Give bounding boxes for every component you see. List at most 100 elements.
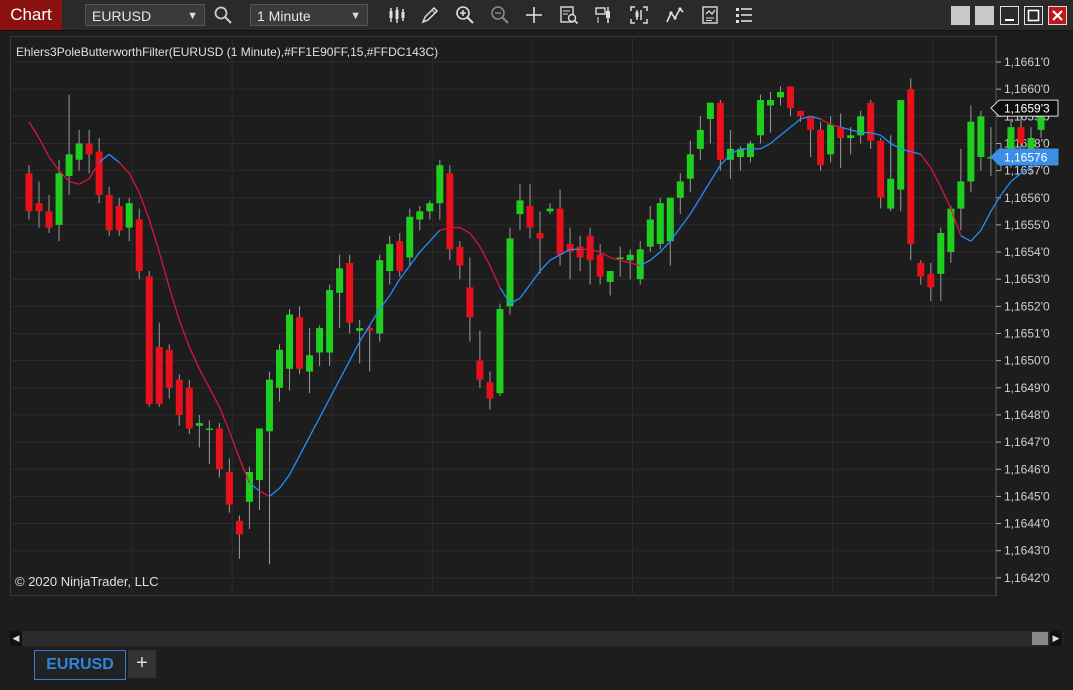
y-tick-label: 1,1646'0 — [1004, 462, 1050, 476]
y-tick-label: 1,1642'0 — [1004, 571, 1050, 585]
candle-up — [897, 100, 905, 190]
y-tick-label: 1,1651'0 — [1004, 327, 1050, 341]
candle-down — [35, 203, 43, 212]
candle-down — [556, 208, 564, 255]
candle-up — [827, 124, 835, 155]
y-tick-label: 1,1647'0 — [1004, 435, 1050, 449]
candle-down — [716, 102, 724, 160]
candle-up — [656, 203, 664, 244]
candle-down — [85, 143, 93, 155]
last-price-label: 1,1659'3 — [1004, 102, 1050, 116]
tab-strip — [0, 648, 1073, 690]
y-tick-label: 1,1649'0 — [1004, 381, 1050, 395]
zoom-in-icon[interactable] — [454, 4, 476, 26]
candle-up — [306, 355, 314, 372]
candle-up — [436, 165, 444, 204]
candle-up — [386, 243, 394, 272]
candle-down — [807, 116, 815, 130]
candle-up — [326, 290, 334, 353]
candle-down — [797, 110, 805, 117]
copyright-label: © 2020 NinjaTrader, LLC — [15, 574, 159, 589]
candle-down — [586, 235, 594, 261]
interval-value: 1 Minute — [257, 8, 311, 24]
y-tick-label: 1,1648'0 — [1004, 408, 1050, 422]
chevron-down-icon: ▼ — [187, 10, 198, 22]
scroll-thumb[interactable] — [1032, 632, 1048, 645]
candle-up — [847, 135, 855, 139]
candle-up — [696, 129, 704, 149]
scroll-right-icon[interactable]: ▶ — [1050, 631, 1062, 646]
candle-down — [296, 317, 304, 369]
scroll-left-icon[interactable]: ◀ — [10, 631, 22, 646]
candle-up — [255, 428, 263, 481]
candle-up — [316, 328, 324, 353]
close-icon[interactable] — [1048, 6, 1067, 25]
interval-selector[interactable]: 1 Minute ▼ — [250, 4, 368, 26]
link-button-icon[interactable] — [951, 6, 970, 25]
candle-down — [526, 205, 534, 228]
candle-down — [396, 241, 404, 272]
candle-down — [817, 129, 825, 166]
indicator-label: Ehlers3PoleButterworthFilter(EURUSD (1 M… — [16, 45, 438, 59]
candle-down — [215, 428, 223, 470]
price-chart[interactable]: 1,1661'01,1660'01,1659'01,1658'01,1657'0… — [9, 35, 1073, 619]
chart-panel[interactable]: 1,1661'01,1660'01,1659'01,1658'01,1657'0… — [9, 35, 1073, 619]
drawing-tool-icon[interactable] — [419, 4, 441, 26]
candle-down — [877, 140, 885, 198]
crosshair-icon[interactable] — [523, 4, 545, 26]
candle-down — [346, 262, 354, 323]
candle-up — [426, 203, 434, 212]
bar-style-icon[interactable] — [386, 4, 408, 26]
y-tick-label: 1,1645'0 — [1004, 489, 1050, 503]
candle-down — [105, 195, 113, 231]
candle-up — [356, 328, 364, 331]
properties-icon[interactable] — [628, 4, 650, 26]
y-tick-label: 1,1650'0 — [1004, 354, 1050, 368]
candle-down — [576, 246, 584, 258]
candle-up — [286, 314, 294, 369]
candle-up — [706, 102, 714, 120]
candle-up — [746, 143, 754, 158]
templates-icon[interactable] — [733, 4, 755, 26]
candle-up — [676, 181, 684, 198]
chart-trader-icon[interactable] — [593, 4, 615, 26]
link-button-icon[interactable] — [975, 6, 994, 25]
zoom-out-icon[interactable] — [489, 4, 511, 26]
candle-down — [907, 89, 915, 244]
search-icon[interactable] — [212, 4, 234, 26]
candle-down — [235, 520, 243, 535]
instrument-selector[interactable]: EURUSD ▼ — [85, 4, 205, 26]
candle-up — [977, 116, 985, 158]
y-tick-label: 1,1652'0 — [1004, 299, 1050, 313]
candle-up — [616, 257, 624, 259]
add-tab-button[interactable]: + — [128, 650, 156, 678]
candle-up — [55, 173, 63, 225]
y-tick-label: 1,1655'0 — [1004, 218, 1050, 232]
candle-up — [265, 379, 273, 432]
candle-up — [205, 428, 213, 431]
maximize-icon[interactable] — [1024, 6, 1043, 25]
candle-down — [536, 233, 544, 239]
strategies-icon[interactable] — [699, 4, 721, 26]
candle-up — [1027, 138, 1035, 149]
indicators-icon[interactable] — [664, 4, 686, 26]
horizontal-scrollbar[interactable]: ◀ ▶ — [10, 631, 1063, 646]
data-box-icon[interactable] — [558, 4, 580, 26]
candle-up — [606, 271, 614, 282]
y-tick-label: 1,1660'0 — [1004, 82, 1050, 96]
candle-up — [646, 219, 654, 247]
candle-down — [225, 471, 233, 505]
candle-up — [777, 91, 784, 98]
tab-eurusd[interactable]: EURUSD — [34, 650, 126, 680]
y-tick-label: 1,1656'0 — [1004, 191, 1050, 205]
minimize-icon[interactable] — [1000, 6, 1019, 25]
candle-down — [837, 127, 845, 139]
candle-up — [666, 197, 674, 242]
candle-up — [766, 100, 774, 106]
candle-down — [155, 347, 163, 405]
candle-down — [115, 205, 123, 231]
candle-up — [195, 423, 203, 426]
y-tick-label: 1,1643'0 — [1004, 544, 1050, 558]
candle-up — [506, 238, 514, 307]
chevron-down-icon: ▼ — [350, 10, 361, 22]
